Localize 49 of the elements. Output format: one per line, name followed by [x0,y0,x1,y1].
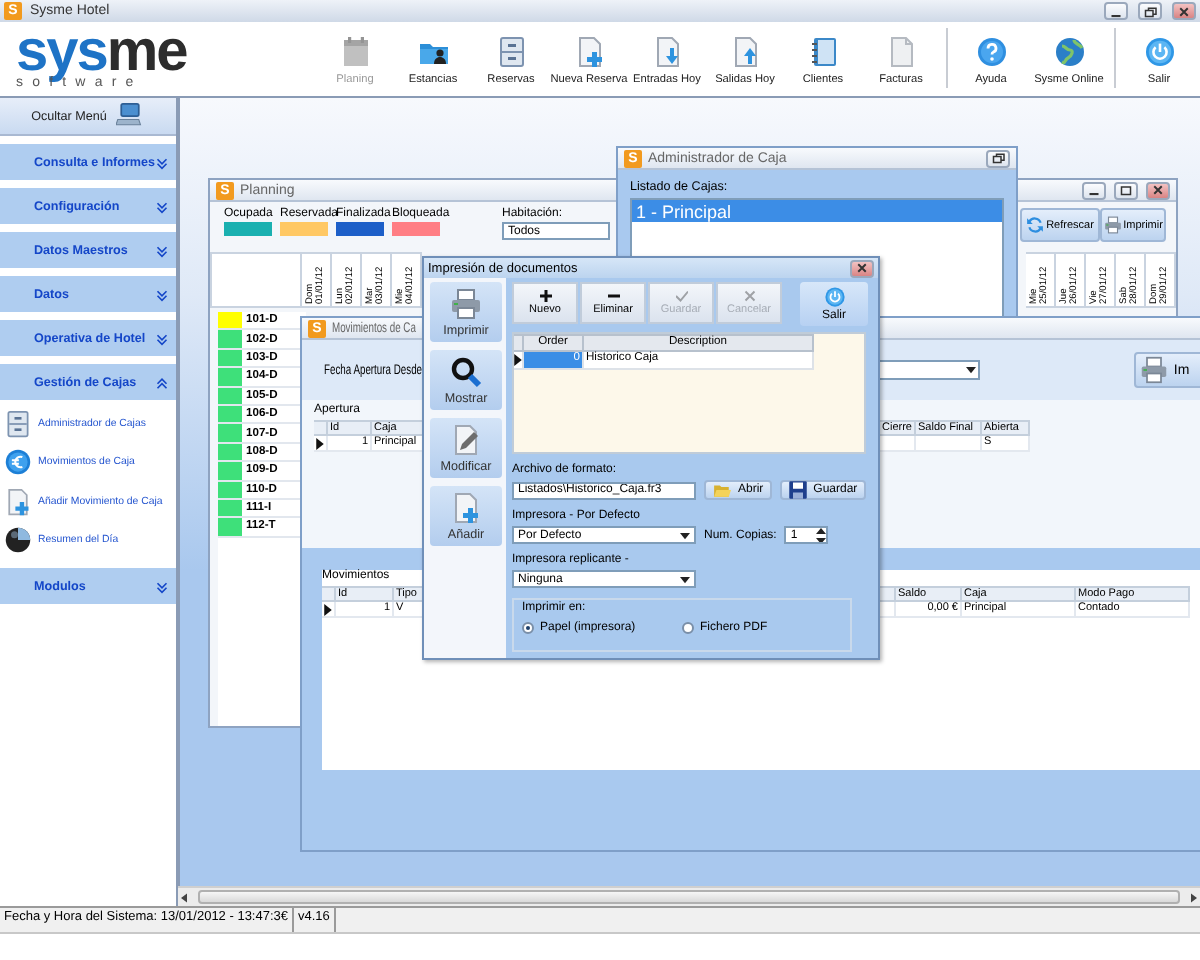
document-arrow-icon [729,36,761,68]
help-icon [975,36,1007,68]
folder-icon [712,481,732,499]
row-pointer-icon [514,354,522,366]
cabinet-icon [4,409,32,438]
restore-button[interactable] [1138,2,1162,20]
power-icon [823,286,845,308]
search-icon [450,355,482,387]
check-icon [675,290,687,302]
document-arrow-icon [651,36,683,68]
row-pointer-icon [324,603,332,615]
document-plus-icon [573,36,605,68]
power-icon [1143,36,1175,68]
close-button[interactable] [850,259,874,277]
row-pointer-icon [316,437,324,449]
document-pencil-icon [450,423,482,455]
save-icon [787,480,808,500]
close-icon [854,262,870,274]
document-plus-icon [4,487,32,516]
document-icon [885,36,917,68]
printer-icon [1139,356,1168,384]
printer-icon [1103,216,1122,234]
dropdown-arrow-icon [965,366,976,374]
restore-icon [1142,5,1158,17]
cross-icon [743,290,755,302]
restore-icon [990,152,1006,164]
maximize-icon [1118,184,1134,196]
sphere-icon [4,526,32,555]
cabinet-icon [495,36,527,68]
minimize-button[interactable] [1082,181,1106,199]
spinner-arrows-icon [816,528,827,542]
dropdown-arrow-icon [680,531,690,539]
globe-icon [1053,36,1085,68]
close-icon [1150,184,1166,196]
calendar-icon [339,36,371,68]
printer-icon [450,287,482,319]
refresh-icon [1026,216,1045,234]
dropdown-arrow-icon [680,575,690,583]
maximize-button[interactable] [1114,181,1138,199]
restore-button[interactable] [986,149,1010,167]
document-plus-icon [450,491,482,523]
computer-icon [116,102,145,130]
close-icon [1176,5,1192,17]
close-button[interactable] [1146,181,1170,199]
minimize-button[interactable] [1104,2,1128,20]
close-button[interactable] [1172,2,1196,20]
plus-icon [539,290,551,302]
notebook-icon [807,36,839,68]
horizontal-scrollbar[interactable] [178,888,1200,906]
